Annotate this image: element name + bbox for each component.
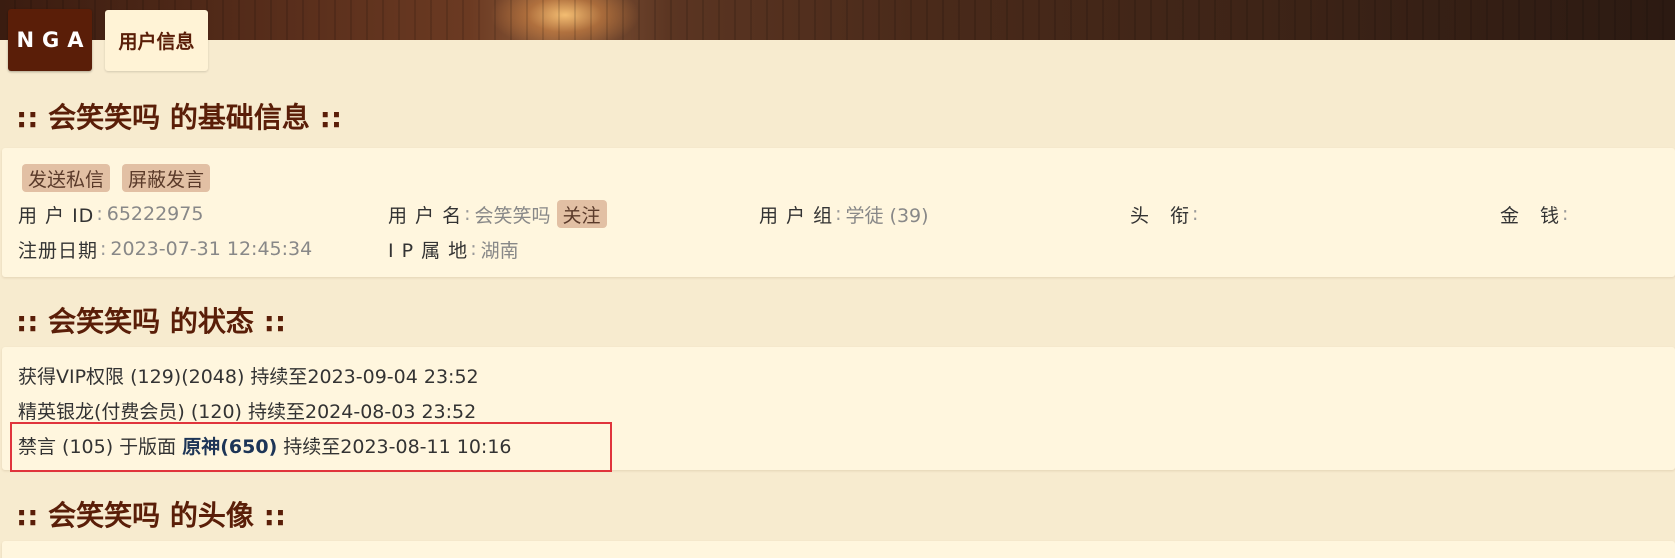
- title-field: 头 衔 :: [1130, 200, 1202, 228]
- basic-info-panel: 发送私信 屏蔽发言 用 户 ID : 65222975 用 户 名 : 会笑笑吗…: [2, 148, 1675, 277]
- separator: :: [1562, 203, 1569, 225]
- username-label: 用 户 名: [388, 204, 463, 227]
- avatar-title: :: 会笑笑吗 的头像 ::: [16, 499, 287, 532]
- status-title: :: 会笑笑吗 的状态 ::: [16, 305, 287, 338]
- ip-location-field: I P 属 地 : 湖南: [388, 235, 519, 263]
- username-value: 会笑笑吗: [474, 204, 551, 227]
- avatar-panel: [2, 541, 1675, 558]
- user-group-value: 学徒 (39): [845, 204, 929, 227]
- separator: :: [96, 203, 103, 225]
- separator: :: [464, 203, 471, 225]
- user-group-field: 用 户 组 : 学徒 (39): [759, 200, 929, 228]
- separator: :: [1192, 203, 1199, 225]
- register-date-field: 注册日期 : 2023-07-31 12:45:34: [18, 235, 312, 263]
- highlight-box: [10, 422, 612, 472]
- tab-user-info[interactable]: 用户信息: [105, 10, 208, 71]
- money-label: 金 钱: [1500, 204, 1561, 227]
- title-label: 头 衔: [1130, 204, 1191, 227]
- separator: :: [470, 238, 477, 260]
- status-membership: 精英银龙(付费会员) (120) 持续至2024-08-03 23:52: [18, 401, 477, 423]
- user-id-field: 用 户 ID : 65222975: [18, 200, 203, 228]
- ip-location-label: I P 属 地: [388, 239, 469, 262]
- register-date-value: 2023-07-31 12:45:34: [110, 238, 313, 260]
- top-banner: [0, 0, 1675, 44]
- block-posts-button[interactable]: 屏蔽发言: [122, 164, 211, 192]
- status-vip: 获得VIP权限 (129)(2048) 持续至2023-09-04 23:52: [18, 366, 479, 388]
- separator: :: [100, 238, 107, 260]
- register-date-label: 注册日期: [18, 239, 99, 262]
- send-message-button[interactable]: 发送私信: [22, 164, 111, 192]
- banner-edge: [0, 40, 1675, 44]
- user-id-value: 65222975: [106, 203, 204, 225]
- nga-logo[interactable]: NGA: [8, 9, 92, 71]
- user-group-label: 用 户 组: [759, 204, 834, 227]
- separator: :: [835, 203, 842, 225]
- ip-location-value: 湖南: [480, 239, 519, 262]
- basic-info-title: :: 会笑笑吗 的基础信息 ::: [16, 101, 343, 134]
- banner-texture: [0, 0, 1675, 44]
- username-field: 用 户 名 : 会笑笑吗 关注: [388, 200, 607, 228]
- user-id-label: 用 户 ID: [18, 204, 95, 227]
- money-field: 金 钱 :: [1500, 200, 1572, 228]
- follow-button[interactable]: 关注: [556, 200, 607, 228]
